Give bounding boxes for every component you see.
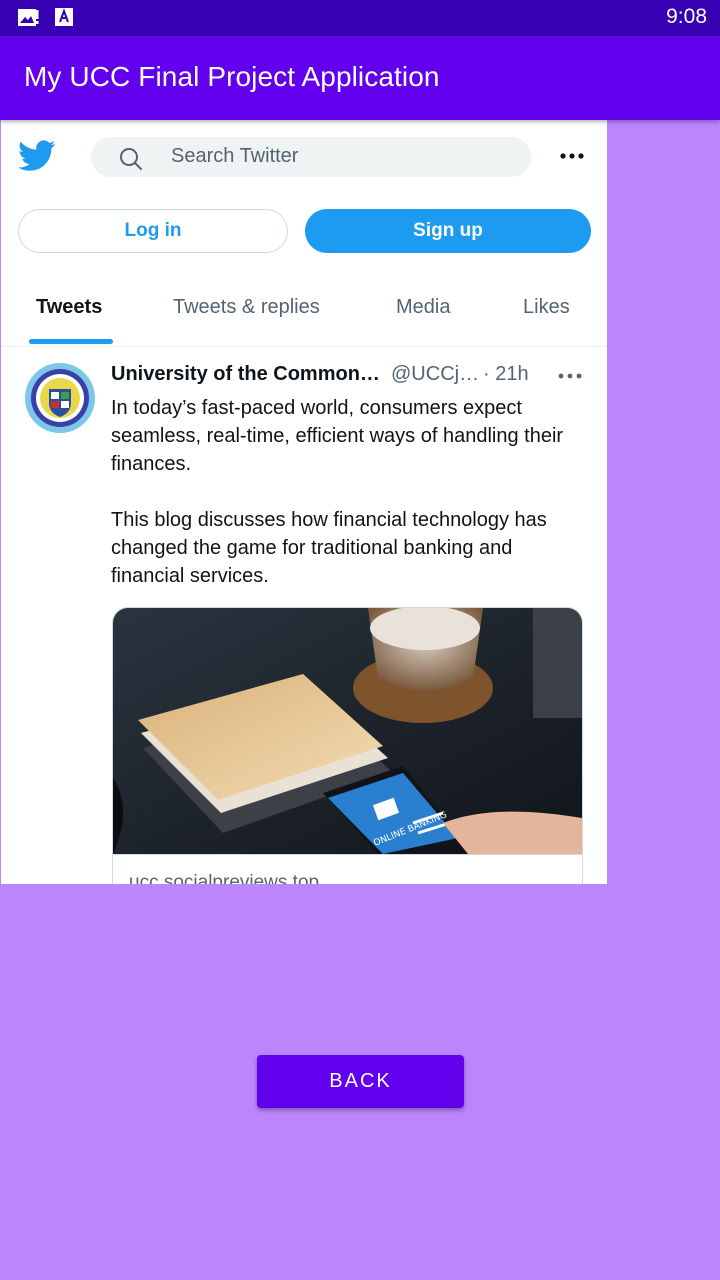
- tweet-timestamp[interactable]: · 21h: [483, 363, 529, 386]
- twitter-webview[interactable]: Search Twitter Log in Sign up Tweets Twe…: [1, 120, 607, 884]
- image-notification-icon: [17, 8, 39, 32]
- tab-tweets[interactable]: Tweets: [36, 296, 102, 319]
- login-button[interactable]: Log in: [18, 209, 288, 253]
- link-preview-card[interactable]: ONLINE BANKING ucc.socialpreviews.top: [112, 607, 583, 884]
- tweet-author-handle[interactable]: @UCCj…: [391, 363, 479, 386]
- tab-likes[interactable]: Likes: [523, 296, 570, 319]
- tweet-paragraph: In today’s fast-paced world, consumers e…: [111, 397, 564, 475]
- avatar[interactable]: [25, 363, 95, 433]
- tweet-author-name[interactable]: University of the Common…: [111, 363, 380, 386]
- font-app-icon: [55, 8, 73, 30]
- back-button[interactable]: BACK: [257, 1055, 464, 1108]
- app-bar: My UCC Final Project Application: [0, 36, 720, 120]
- app-title: My UCC Final Project Application: [24, 61, 440, 92]
- tab-media[interactable]: Media: [396, 296, 450, 319]
- tweet-text: In today’s fast-paced world, consumers e…: [111, 394, 581, 590]
- status-bar: 9:08: [0, 0, 720, 36]
- card-image: ONLINE BANKING: [113, 608, 582, 854]
- active-tab-indicator: [29, 339, 113, 344]
- tweet-paragraph: This blog discusses how financial techno…: [111, 509, 547, 587]
- card-divider: [113, 854, 582, 855]
- clock: 9:08: [666, 5, 707, 28]
- tab-tweets-replies[interactable]: Tweets & replies: [173, 296, 320, 319]
- search-placeholder: Search Twitter: [171, 145, 299, 167]
- tweet-more-icon[interactable]: [557, 366, 583, 386]
- search-twitter-input[interactable]: Search Twitter: [91, 137, 531, 177]
- card-domain: ucc.socialpreviews.top: [129, 872, 320, 884]
- search-icon: [118, 146, 144, 177]
- profile-tabs: Tweets Tweets & replies Media Likes: [1, 280, 607, 347]
- signup-button[interactable]: Sign up: [305, 209, 591, 253]
- twitter-bird-icon[interactable]: [18, 140, 56, 177]
- more-options-icon[interactable]: [557, 146, 587, 166]
